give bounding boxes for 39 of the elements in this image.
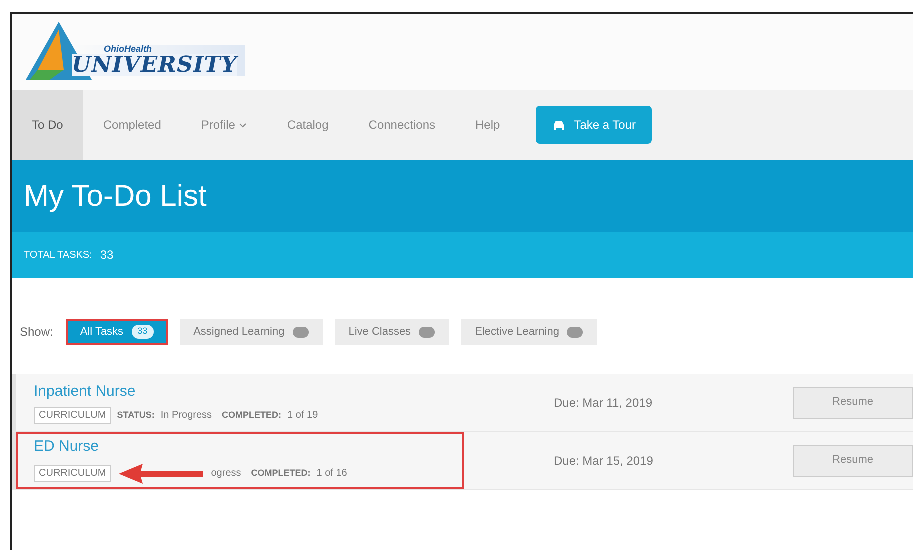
count-badge (567, 326, 584, 338)
type-tag: CURRICULUM (34, 407, 112, 424)
count-badge (292, 326, 309, 338)
arrow-icon (117, 462, 206, 485)
completed-label: COMPLETED: (251, 467, 311, 480)
filter-button[interactable]: Assigned Learning (180, 319, 323, 345)
count-badge (419, 326, 436, 338)
status-label: STATUS: (117, 409, 155, 422)
nav-tab[interactable]: Help (456, 90, 520, 160)
due-date: Due: Mar 15, 2019 (554, 452, 654, 470)
filter-button[interactable]: Elective Learning (461, 319, 598, 345)
show-label: Show: (20, 324, 54, 341)
logo-small-text: OhioHealth (104, 45, 154, 54)
type-tag: CURRICULUM (34, 465, 112, 482)
nav-tab[interactable]: Connections (348, 90, 456, 160)
count-badge: 33 (132, 325, 154, 339)
total-tasks-label: TOTAL TASKS: (24, 248, 92, 262)
task-title-link[interactable]: ED Nurse (34, 436, 446, 459)
completed-count: 1 of 19 (288, 409, 318, 424)
logo-text: UNIVERSITY (72, 54, 238, 76)
completed-count: 1 of 16 (316, 467, 348, 482)
caret-icon (239, 122, 248, 128)
resume-button[interactable]: Resume (793, 444, 913, 476)
resume-button[interactable]: Resume (793, 386, 913, 418)
due-date: Due: Mar 11, 2019 (554, 394, 653, 412)
car-icon (552, 120, 566, 130)
status-text: ogress (211, 467, 242, 482)
completed-label: COMPLETED: (222, 409, 282, 422)
page-title: My To-Do List (24, 178, 207, 214)
total-tasks-count: 33 (100, 247, 114, 264)
take-tour-button[interactable]: Take a Tour (536, 106, 652, 144)
status-text: In Progress (160, 409, 212, 424)
nav-tab[interactable]: Profile (181, 90, 268, 160)
task-title-link[interactable]: Inpatient Nurse (34, 380, 446, 404)
nav-tab[interactable]: Catalog (267, 90, 349, 160)
nav-tab[interactable]: Completed (83, 90, 182, 160)
filter-button[interactable]: Live Classes (334, 319, 450, 345)
nav-tab[interactable]: To Do (12, 90, 84, 160)
filter-button[interactable]: All Tasks 33 (66, 319, 168, 345)
